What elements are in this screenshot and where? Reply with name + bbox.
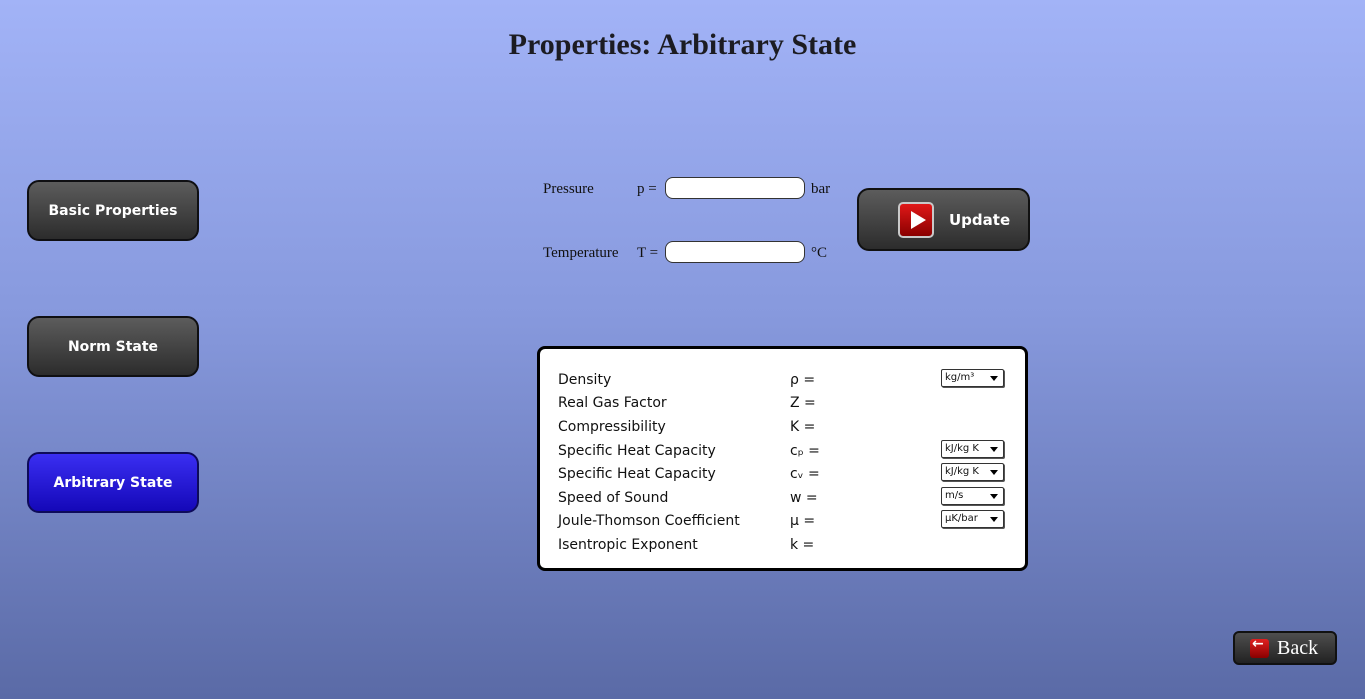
chevron-down-icon — [990, 470, 998, 475]
unit-value: kg/m³ — [945, 372, 975, 383]
result-name: Specific Heat Capacity — [558, 466, 716, 482]
temperature-symbol: T = — [637, 245, 659, 261]
update-button[interactable]: Update — [857, 188, 1030, 251]
result-name: Isentropic Exponent — [558, 537, 698, 553]
back-arrow-icon — [1250, 636, 1269, 658]
unit-value: μK/bar — [945, 513, 978, 524]
chevron-down-icon — [990, 494, 998, 499]
result-name: Density — [558, 372, 612, 388]
play-icon — [898, 201, 934, 238]
temperature-label: Temperature — [543, 245, 619, 261]
unit-value: kJ/kg K — [945, 466, 979, 477]
result-row-heat-capacity-v: Specific Heat Capacity cᵥ = kJ/kg K — [558, 463, 1018, 486]
result-name: Real Gas Factor — [558, 395, 667, 411]
result-name: Compressibility — [558, 419, 666, 435]
basic-properties-button[interactable]: Basic Properties — [27, 180, 199, 241]
density-unit-select[interactable]: kg/m³ — [941, 369, 1004, 387]
unit-value: kJ/kg K — [945, 443, 979, 454]
result-symbol: w = — [790, 490, 818, 506]
result-symbol: cₚ = — [790, 443, 820, 459]
pressure-label: Pressure — [543, 181, 594, 197]
back-button[interactable]: Back — [1233, 631, 1337, 665]
back-label: Back — [1277, 636, 1319, 659]
unit-value: m/s — [945, 490, 964, 501]
result-symbol: Z = — [790, 395, 816, 411]
jt-unit-select[interactable]: μK/bar — [941, 510, 1004, 528]
chevron-down-icon — [990, 376, 998, 381]
pressure-symbol: p = — [637, 181, 657, 197]
result-row-speed-of-sound: Speed of Sound w = m/s — [558, 487, 1018, 510]
temperature-unit: °C — [811, 245, 828, 261]
page-title: Properties: Arbitrary State — [508, 28, 857, 61]
result-symbol: k = — [790, 537, 815, 553]
result-symbol: μ = — [790, 513, 816, 529]
result-name: Specific Heat Capacity — [558, 443, 716, 459]
result-row-joule-thomson: Joule-Thomson Coefficient μ = μK/bar — [558, 510, 1018, 533]
norm-state-button[interactable]: Norm State — [27, 316, 199, 377]
result-row-isentropic-exponent: Isentropic Exponent k = — [558, 535, 1018, 557]
update-label: Update — [949, 210, 1011, 229]
cv-unit-select[interactable]: kJ/kg K — [941, 463, 1004, 481]
result-row-heat-capacity-p: Specific Heat Capacity cₚ = kJ/kg K — [558, 440, 1018, 463]
pressure-unit: bar — [811, 181, 831, 197]
result-symbol: ρ = — [790, 372, 816, 388]
result-name: Joule-Thomson Coefficient — [558, 513, 740, 529]
pressure-input[interactable] — [665, 177, 805, 199]
result-symbol: K = — [790, 419, 816, 435]
cp-unit-select[interactable]: kJ/kg K — [941, 440, 1004, 458]
chevron-down-icon — [990, 517, 998, 522]
results-panel: Density ρ = kg/m³ Real Gas Factor Z = Co… — [537, 346, 1028, 571]
result-symbol: cᵥ = — [790, 466, 820, 482]
temperature-input[interactable] — [665, 241, 805, 263]
result-name: Speed of Sound — [558, 490, 669, 506]
speed-unit-select[interactable]: m/s — [941, 487, 1004, 505]
arbitrary-state-button[interactable]: Arbitrary State — [27, 452, 199, 513]
result-row-density: Density ρ = kg/m³ — [558, 369, 1018, 392]
result-row-real-gas-factor: Real Gas Factor Z = — [558, 393, 1018, 415]
chevron-down-icon — [990, 447, 998, 452]
result-row-compressibility: Compressibility K = — [558, 417, 1018, 439]
